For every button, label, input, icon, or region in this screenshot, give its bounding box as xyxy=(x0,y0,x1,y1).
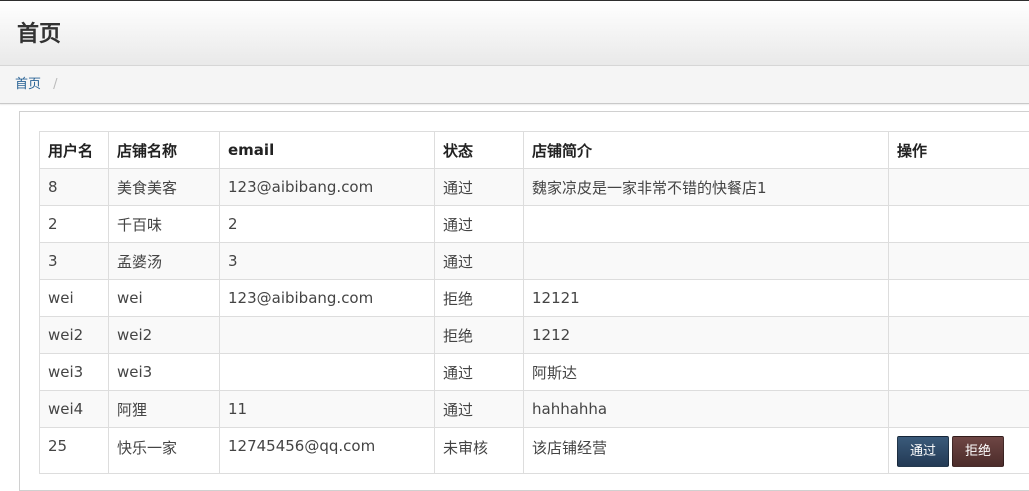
table-header-row: 用户名 店铺名称 email 状态 店铺简介 操作 xyxy=(40,132,1029,169)
cell-shop-name: 美食美客 xyxy=(109,169,220,206)
column-header-description: 店铺简介 xyxy=(524,132,889,169)
cell-actions xyxy=(889,280,1029,317)
cell-actions xyxy=(889,206,1029,243)
table-row: 2 千百味 2 通过 xyxy=(40,206,1029,243)
cell-description: 魏家凉皮是一家非常不错的快餐店1 xyxy=(524,169,889,206)
cell-username: 8 xyxy=(40,169,109,206)
cell-email xyxy=(220,317,435,354)
cell-email xyxy=(220,354,435,391)
column-header-actions: 操作 xyxy=(889,132,1029,169)
cell-username: wei xyxy=(40,280,109,317)
cell-status: 通过 xyxy=(435,243,524,280)
cell-actions xyxy=(889,169,1029,206)
page-header: 首页 xyxy=(0,0,1029,66)
cell-email: 12745456@qq.com xyxy=(220,428,435,474)
cell-status: 通过 xyxy=(435,169,524,206)
cell-shop-name: 孟婆汤 xyxy=(109,243,220,280)
cell-status: 拒绝 xyxy=(435,317,524,354)
cell-actions xyxy=(889,391,1029,428)
column-header-status: 状态 xyxy=(435,132,524,169)
cell-shop-name: 阿狸 xyxy=(109,391,220,428)
column-header-username: 用户名 xyxy=(40,132,109,169)
cell-actions: 通过拒绝 xyxy=(889,428,1029,474)
shop-table: 用户名 店铺名称 email 状态 店铺简介 操作 8 美食美客 123@aib… xyxy=(39,131,1029,474)
cell-email: 123@aibibang.com xyxy=(220,169,435,206)
cell-description: hahhahha xyxy=(524,391,889,428)
cell-shop-name: 快乐一家 xyxy=(109,428,220,474)
cell-description: 该店铺经营 xyxy=(524,428,889,474)
cell-username: wei2 xyxy=(40,317,109,354)
column-header-email: email xyxy=(220,132,435,169)
cell-username: 3 xyxy=(40,243,109,280)
table-row: 25 快乐一家 12745456@qq.com 未审核 该店铺经营 通过拒绝 xyxy=(40,428,1029,474)
table-row: wei wei 123@aibibang.com 拒绝 12121 xyxy=(40,280,1029,317)
table-row: 8 美食美客 123@aibibang.com 通过 魏家凉皮是一家非常不错的快… xyxy=(40,169,1029,206)
cell-status: 拒绝 xyxy=(435,280,524,317)
cell-email: 3 xyxy=(220,243,435,280)
table-row: wei2 wei2 拒绝 1212 xyxy=(40,317,1029,354)
reject-button[interactable]: 拒绝 xyxy=(952,436,1004,467)
table-row: wei4 阿狸 11 通过 hahhahha xyxy=(40,391,1029,428)
cell-status: 通过 xyxy=(435,206,524,243)
cell-username: wei4 xyxy=(40,391,109,428)
breadcrumb: 首页 / xyxy=(0,66,1029,104)
cell-username: 2 xyxy=(40,206,109,243)
column-header-shop-name: 店铺名称 xyxy=(109,132,220,169)
approve-button[interactable]: 通过 xyxy=(897,436,949,467)
cell-shop-name: wei xyxy=(109,280,220,317)
cell-actions xyxy=(889,354,1029,391)
cell-email: 2 xyxy=(220,206,435,243)
cell-shop-name: wei3 xyxy=(109,354,220,391)
cell-description xyxy=(524,243,889,280)
cell-username: wei3 xyxy=(40,354,109,391)
breadcrumb-home-link[interactable]: 首页 xyxy=(15,77,41,92)
page-title: 首页 xyxy=(17,21,61,49)
cell-actions xyxy=(889,243,1029,280)
cell-username: 25 xyxy=(40,428,109,474)
table-row: wei3 wei3 通过 阿斯达 xyxy=(40,354,1029,391)
table-row: 3 孟婆汤 3 通过 xyxy=(40,243,1029,280)
cell-status: 通过 xyxy=(435,391,524,428)
cell-email: 11 xyxy=(220,391,435,428)
cell-description: 阿斯达 xyxy=(524,354,889,391)
cell-description: 1212 xyxy=(524,317,889,354)
cell-shop-name: 千百味 xyxy=(109,206,220,243)
cell-description: 12121 xyxy=(524,280,889,317)
breadcrumb-separator: / xyxy=(53,77,57,92)
cell-actions xyxy=(889,317,1029,354)
cell-email: 123@aibibang.com xyxy=(220,280,435,317)
cell-description xyxy=(524,206,889,243)
cell-status: 未审核 xyxy=(435,428,524,474)
cell-shop-name: wei2 xyxy=(109,317,220,354)
cell-status: 通过 xyxy=(435,354,524,391)
